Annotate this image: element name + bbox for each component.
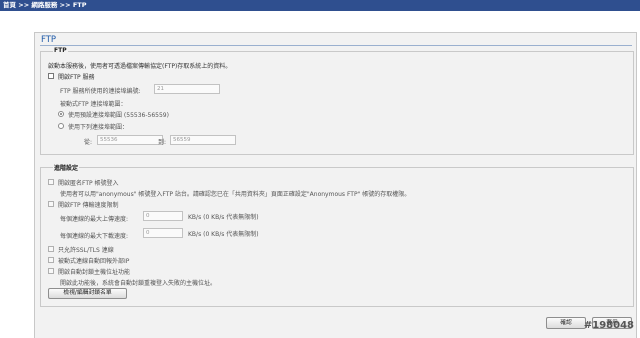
view-edit-block-list-button[interactable]: 檢視/編輯封鎖名單 xyxy=(48,288,127,299)
ftp-description: 啟動本服務後，使用者可透過檔案傳輸協定(FTP)存取系統上的資料。 xyxy=(48,63,232,70)
anonymous-ftp-note: 使用者可以用"anonymous" 帳號登入FTP 站台。請確認您已在「共用資料… xyxy=(60,191,411,198)
passive-range-label: 被動式FTP 連接埠範圍： xyxy=(60,101,127,108)
download-speed-unit: KB/s (0 KB/s 代表無限制) xyxy=(188,231,259,238)
download-speed-label: 每個連線的最大下載速度: xyxy=(60,233,129,240)
passive-external-ip-checkbox[interactable] xyxy=(48,257,54,263)
upload-speed-input[interactable]: 0 xyxy=(143,211,183,221)
upload-speed-label: 每個連線的最大上傳速度: xyxy=(60,216,129,223)
passive-external-ip-label: 被動式連線自動回報外部IP xyxy=(58,258,130,265)
ftp-legend: FTP xyxy=(53,47,68,54)
page-title: FTP xyxy=(41,35,57,45)
ssl-only-label: 只允許SSL/TLS 連線 xyxy=(58,247,114,254)
upload-speed-unit: KB/s (0 KB/s 代表無限制) xyxy=(188,214,259,221)
anonymous-ftp-checkbox[interactable] xyxy=(48,179,54,185)
anonymous-ftp-label: 開啟匿名FTP 帳號登入 xyxy=(58,180,119,187)
port-input[interactable]: 21 xyxy=(154,84,220,94)
ssl-only-checkbox[interactable] xyxy=(48,246,54,252)
speed-limit-label: 開啟FTP 傳輸速度限制 xyxy=(58,202,119,209)
breadcrumb: 首頁 >> 網路服務 >> FTP xyxy=(0,0,640,11)
default-range-radio[interactable] xyxy=(58,111,64,117)
download-speed-input[interactable]: 0 xyxy=(143,228,183,238)
default-range-label: 使用預設連接埠範圍 (55536-56559) xyxy=(68,112,169,119)
range-from-input[interactable]: 55536 xyxy=(97,135,163,145)
range-to-input[interactable]: 56559 xyxy=(170,135,236,145)
auto-block-label: 開啟自動封鎖主機位址功能 xyxy=(58,269,131,276)
speed-limit-checkbox[interactable] xyxy=(48,201,54,207)
watermark: #198048 xyxy=(583,320,634,331)
auto-block-checkbox[interactable] xyxy=(48,268,54,274)
port-label: FTP 服務所使用的連接埠編號: xyxy=(60,88,141,95)
enable-ftp-checkbox[interactable] xyxy=(48,73,54,79)
custom-range-radio[interactable] xyxy=(58,123,64,129)
enable-ftp-label: 開啟FTP 服務 xyxy=(58,74,95,81)
advanced-legend: 進階設定 xyxy=(53,163,80,172)
range-to-label: 到: xyxy=(158,139,167,146)
ok-button[interactable]: 確認 xyxy=(546,317,586,329)
auto-block-note: 開啟此功能後，系統會自動封鎖重複登入失敗的主機位址。 xyxy=(60,280,217,287)
custom-range-label: 使用下列連接埠範圍： xyxy=(68,124,129,131)
title-divider xyxy=(40,45,632,46)
range-from-label: 從: xyxy=(84,139,93,146)
